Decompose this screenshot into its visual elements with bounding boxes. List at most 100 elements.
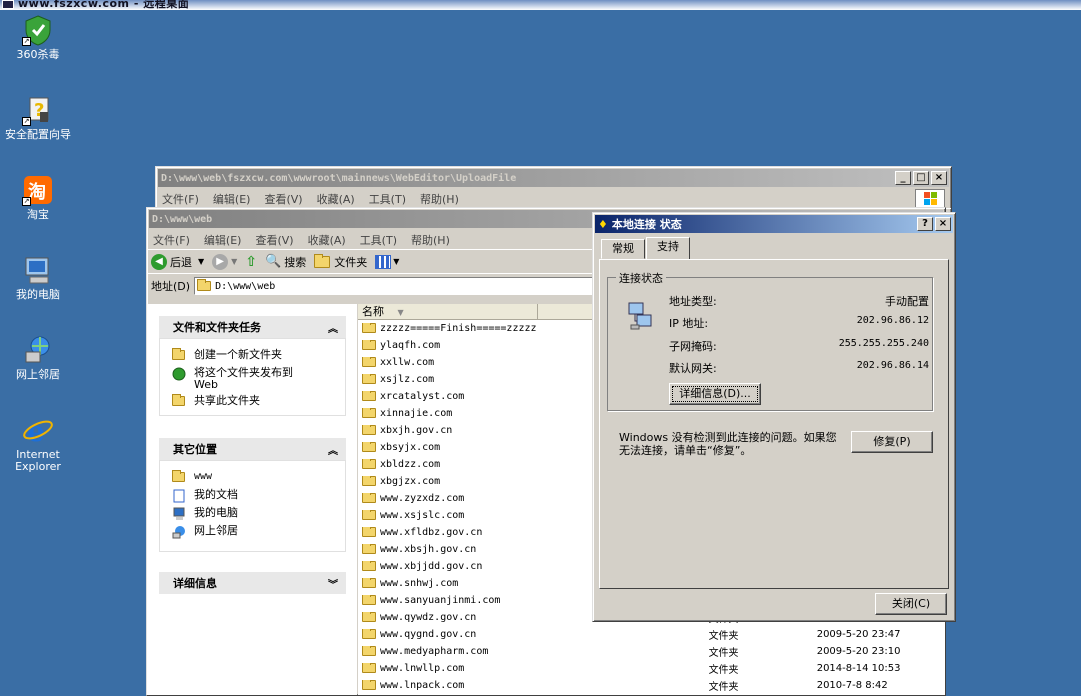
desktop-icon-label: 淘宝 [27, 208, 49, 221]
repair-button[interactable]: 修复(P) [851, 431, 933, 453]
task-pane: 文件和文件夹任务 ︽ 创建一个新文件夹 将这个文件夹发布到 Web 共享此文件夹 [147, 304, 357, 695]
file-date: 2010-7-8 8:42 [816, 680, 888, 691]
new-folder-icon [172, 348, 186, 363]
folder-icon [362, 374, 376, 384]
forward-button[interactable]: ▶ ▼ [212, 253, 237, 270]
menu-help[interactable]: 帮助(H) [411, 232, 450, 248]
menu-file[interactable]: 文件(F) [162, 191, 199, 207]
details-header[interactable]: 详细信息 ︾ [159, 572, 346, 594]
file-name: xbldzz.com [358, 459, 615, 470]
file-name: xsjlz.com [358, 374, 615, 385]
remote-desktop-icon [2, 0, 14, 9]
default-gateway-row: 默认网关: 202.96.86.14 [669, 360, 929, 375]
file-name: xbxjh.gov.cn [358, 425, 615, 436]
expand-icon[interactable]: ︾ [328, 576, 338, 591]
other-places-header[interactable]: 其它位置 ︽ [159, 438, 346, 460]
minimize-button[interactable]: _ [895, 171, 911, 185]
file-name: xrcatalyst.com [358, 391, 615, 402]
back-button[interactable]: ◀ 后退 ▼ [151, 253, 204, 270]
back-window-titlebar[interactable]: D:\www\web\fszxcw.com\wwwroot\mainnews\W… [158, 169, 949, 187]
up-button[interactable]: ⇧ [245, 254, 257, 270]
address-value: D:\www\web [215, 280, 276, 292]
menu-view[interactable]: 查看(V) [255, 232, 293, 248]
views-button[interactable]: ▼ [375, 254, 399, 269]
file-name: zzzzz=====Finish=====zzzzz [358, 323, 615, 334]
help-button[interactable]: ? [917, 217, 933, 231]
folder-icon [314, 253, 331, 268]
desktop-icon-ie[interactable]: e Internet Explorer [0, 414, 76, 473]
ip-address-value: 202.96.86.12 [856, 315, 929, 326]
file-row[interactable]: www.medyapharm.com 文件夹 2009-5-20 23:10 [358, 643, 945, 660]
subnet-mask-row: 子网掩码: 255.255.255.240 [669, 338, 929, 353]
file-name: www.medyapharm.com [358, 646, 615, 657]
chevron-down-icon[interactable]: ▼ [198, 257, 204, 266]
file-name: xxllw.com [358, 357, 615, 368]
desktop-icon-security-wizard[interactable]: ? ↗ 安全配置向导 [0, 94, 76, 141]
search-button[interactable]: 🔍 搜索 [265, 254, 306, 270]
other-place-network[interactable]: 网上邻居 [172, 525, 345, 539]
menu-help[interactable]: 帮助(H) [420, 191, 459, 207]
dialog-titlebar[interactable]: ♦ 本地连接 状态 ? × [595, 215, 953, 233]
file-type: 文件夹 [708, 631, 739, 642]
column-name[interactable]: 名称 ▼ [358, 304, 538, 319]
other-place-my-computer[interactable]: 我的电脑 [172, 507, 345, 521]
globe-icon [172, 367, 186, 381]
remote-desktop-title: www.fszxcw.com - 远程桌面 [18, 0, 190, 10]
new-folder-link[interactable]: 创建一个新文件夹 [172, 348, 345, 363]
maximize-button[interactable]: □ [913, 171, 929, 185]
file-type: 文件夹 [708, 648, 739, 659]
file-tasks-header[interactable]: 文件和文件夹任务 ︽ [159, 316, 346, 338]
menu-edit[interactable]: 编辑(E) [213, 191, 251, 207]
menu-favorites[interactable]: 收藏(A) [308, 232, 346, 248]
address-label: 地址(D) [151, 280, 191, 293]
folder-icon [362, 323, 376, 333]
menu-tools[interactable]: 工具(T) [360, 232, 397, 248]
folder-icon [362, 493, 376, 503]
publish-web-link[interactable]: 将这个文件夹发布到 Web [172, 367, 345, 391]
network-connection-icon: ♦ [598, 217, 608, 231]
menu-view[interactable]: 查看(V) [264, 191, 302, 207]
tab-support[interactable]: 支持 [646, 237, 690, 259]
menu-favorites[interactable]: 收藏(A) [317, 191, 355, 207]
other-places-panel: 其它位置 ︽ www 我的文档 我的电脑 网上邻居 [159, 438, 346, 552]
file-tasks-panel: 文件和文件夹任务 ︽ 创建一个新文件夹 将这个文件夹发布到 Web 共享此文件夹 [159, 316, 346, 416]
file-row[interactable]: www.lnwllp.com 文件夹 2014-8-14 10:53 [358, 660, 945, 677]
desktop-icon-360[interactable]: ↗ 360杀毒 [0, 14, 76, 61]
file-row[interactable]: www.qygnd.gov.cn 文件夹 2009-5-20 23:47 [358, 626, 945, 643]
address-type-row: 地址类型: 手动配置 [669, 295, 929, 308]
other-place-my-documents[interactable]: 我的文档 [172, 489, 345, 503]
share-folder-link[interactable]: 共享此文件夹 [172, 394, 345, 409]
views-icon [375, 254, 392, 269]
other-place-www[interactable]: www [172, 470, 345, 485]
chevron-down-icon[interactable]: ▼ [231, 257, 237, 266]
back-window-menubar: 文件(F) 编辑(E) 查看(V) 收藏(A) 工具(T) 帮助(H) [156, 189, 951, 209]
file-row[interactable]: www.lnpack.com 文件夹 2010-7-8 8:42 [358, 677, 945, 694]
folders-button[interactable]: 文件夹 [314, 253, 367, 270]
close-button[interactable]: × [935, 217, 951, 231]
search-label: 搜索 [284, 255, 307, 269]
desktop-icon-my-computer[interactable]: 我的电脑 [0, 254, 76, 301]
details-button[interactable]: 详细信息(D)... [669, 383, 761, 405]
collapse-icon[interactable]: ︽ [328, 320, 338, 335]
subnet-mask-value: 255.255.255.240 [838, 338, 929, 349]
menu-tools[interactable]: 工具(T) [369, 191, 406, 207]
desktop-icon-taobao[interactable]: 淘 ↗ 淘宝 [0, 174, 76, 221]
connection-status-dialog[interactable]: ♦ 本地连接 状态 ? × 常规 支持 连接状态 地址类型: 手动配置 IP 地… [592, 212, 956, 622]
tab-general[interactable]: 常规 [601, 239, 645, 259]
folder-icon [362, 578, 376, 588]
folder-icon [362, 646, 376, 656]
file-date: 2014-8-14 10:53 [816, 663, 901, 674]
folder-icon [362, 357, 376, 367]
chevron-down-icon[interactable]: ▼ [393, 257, 399, 266]
close-button[interactable]: × [931, 171, 947, 185]
taobao-icon: 淘 ↗ [22, 174, 54, 206]
folder-icon [362, 510, 376, 520]
menu-edit[interactable]: 编辑(E) [204, 232, 242, 248]
close-dialog-button[interactable]: 关闭(C) [875, 593, 947, 615]
desktop-icon-network[interactable]: 网上邻居 [0, 334, 76, 381]
menu-file[interactable]: 文件(F) [153, 232, 190, 248]
file-name: www.xsjslc.com [358, 510, 615, 521]
collapse-icon[interactable]: ︽ [328, 442, 338, 457]
file-name: www.xfldbz.gov.cn [358, 527, 615, 538]
back-label: 后退 [170, 255, 192, 269]
